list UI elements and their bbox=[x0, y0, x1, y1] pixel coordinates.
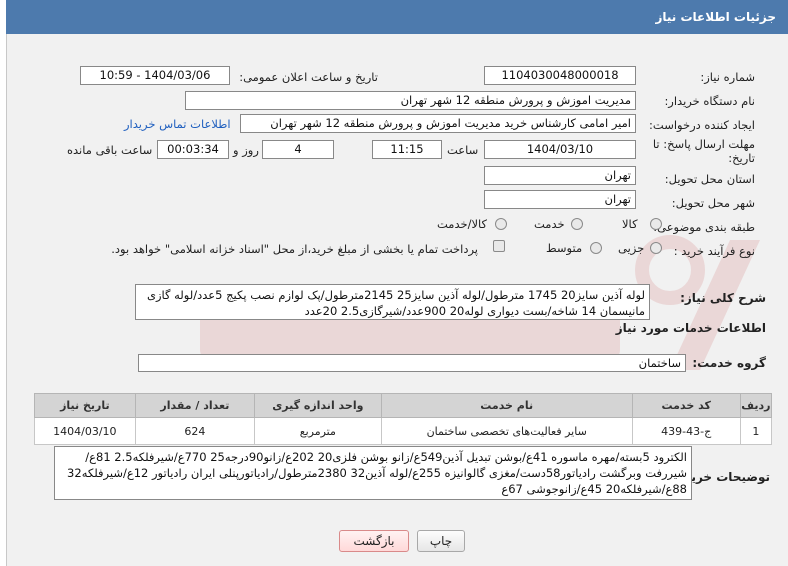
row-qty: 624 bbox=[134, 417, 256, 445]
payment-treasury-checkbox[interactable] bbox=[493, 240, 505, 252]
service-group-label: گروه خدمت: bbox=[692, 356, 766, 370]
days-label: روز و bbox=[233, 143, 259, 157]
col-row: ردیف bbox=[739, 393, 773, 418]
announce-label: تاریخ و ساعت اعلان عمومی: bbox=[239, 70, 378, 84]
services-table-header: ردیف کد خدمت نام خدمت واحد اندازه گیری ت… bbox=[34, 393, 773, 418]
print-button[interactable]: چاپ bbox=[417, 530, 465, 552]
col-qty: تعداد / مقدار bbox=[134, 393, 256, 418]
description-textarea[interactable]: الکترود 5بسته/مهره ماسوره 41ع/بوشن تبدیل… bbox=[54, 446, 692, 500]
col-date: تاریخ نیاز bbox=[34, 393, 136, 418]
deadline-time-label: ساعت bbox=[447, 143, 479, 157]
creator-field[interactable]: امیر امامی کارشناس خرید مدیریت اموزش و پ… bbox=[240, 114, 636, 133]
buyer-field[interactable]: مدیریت اموزش و پرورش منطقه 12 شهر تهران bbox=[185, 91, 636, 110]
process-option-medium: متوسط bbox=[546, 241, 583, 255]
deadline-date-field[interactable]: 1404/03/10 bbox=[484, 140, 636, 159]
category-option-service: خدمت bbox=[534, 217, 565, 231]
city-field[interactable]: تهران bbox=[484, 190, 636, 209]
need-number-label: شماره نیاز: bbox=[700, 70, 755, 84]
province-field[interactable]: تهران bbox=[484, 166, 636, 185]
buyer-contact-link[interactable]: اطلاعات تماس خریدار bbox=[124, 117, 231, 131]
process-radio-medium[interactable] bbox=[590, 242, 602, 254]
need-number-field[interactable]: 1104030048000018 bbox=[484, 66, 636, 85]
service-group-field[interactable]: ساختمان bbox=[138, 354, 686, 372]
back-button[interactable]: بازگشت bbox=[339, 530, 409, 552]
city-label: شهر محل تحویل: bbox=[671, 196, 755, 210]
col-code: کد خدمت bbox=[631, 393, 741, 418]
deadline-time-field[interactable]: 11:15 bbox=[372, 140, 442, 159]
category-radio-service[interactable] bbox=[571, 218, 583, 230]
remaining-days-field[interactable]: 4 bbox=[262, 140, 334, 159]
remaining-time-field[interactable]: 00:03:34 bbox=[157, 140, 229, 159]
page-title: جزئیات اطلاعات نیاز bbox=[6, 0, 788, 34]
row-unit: مترمربع bbox=[254, 417, 382, 445]
deadline-label-line1: مهلت ارسال پاسخ: تا bbox=[652, 137, 755, 151]
row-code: ج-43-439 bbox=[631, 417, 741, 445]
row-index: 1 bbox=[739, 417, 773, 445]
creator-label: ایجاد کننده درخواست: bbox=[649, 118, 755, 132]
process-label: نوع فرآیند خرید : bbox=[673, 244, 755, 258]
category-option-goods: کالا bbox=[622, 217, 638, 231]
summary-textarea[interactable]: لوله آذین سایز20 1745 مترطول/لوله آذین س… bbox=[135, 284, 650, 320]
process-option-minor: جزیی bbox=[618, 241, 645, 255]
province-label: استان محل تحویل: bbox=[664, 172, 755, 186]
services-table: ردیف کد خدمت نام خدمت واحد اندازه گیری ت… bbox=[34, 393, 773, 445]
remaining-label: ساعت باقی مانده bbox=[67, 143, 153, 157]
announce-datetime-field[interactable]: 1404/03/06 - 10:59 bbox=[80, 66, 230, 85]
table-row[interactable]: 1 ج-43-439 سایر فعالیت‌های تخصصی ساختمان… bbox=[34, 417, 773, 445]
col-unit: واحد اندازه گیری bbox=[254, 393, 382, 418]
summary-label: شرح کلی نیاز: bbox=[680, 291, 766, 305]
deadline-label-line2: تاریخ: bbox=[728, 151, 755, 165]
services-section-title: اطلاعات خدمات مورد نیاز bbox=[615, 321, 766, 335]
row-name: سایر فعالیت‌های تخصصی ساختمان bbox=[380, 417, 633, 445]
process-radio-minor[interactable] bbox=[650, 242, 662, 254]
row-date: 1404/03/10 bbox=[34, 417, 136, 445]
category-option-goods-service: کالا/خدمت bbox=[437, 217, 488, 231]
category-radio-goods[interactable] bbox=[650, 218, 662, 230]
col-name: نام خدمت bbox=[380, 393, 633, 418]
buyer-label: نام دستگاه خریدار: bbox=[664, 94, 755, 108]
category-label: طبقه بندی موضوعی: bbox=[653, 220, 755, 234]
payment-treasury-text: پرداخت تمام یا بخشی از مبلغ خرید،از محل … bbox=[111, 242, 478, 256]
category-radio-goods-service[interactable] bbox=[495, 218, 507, 230]
